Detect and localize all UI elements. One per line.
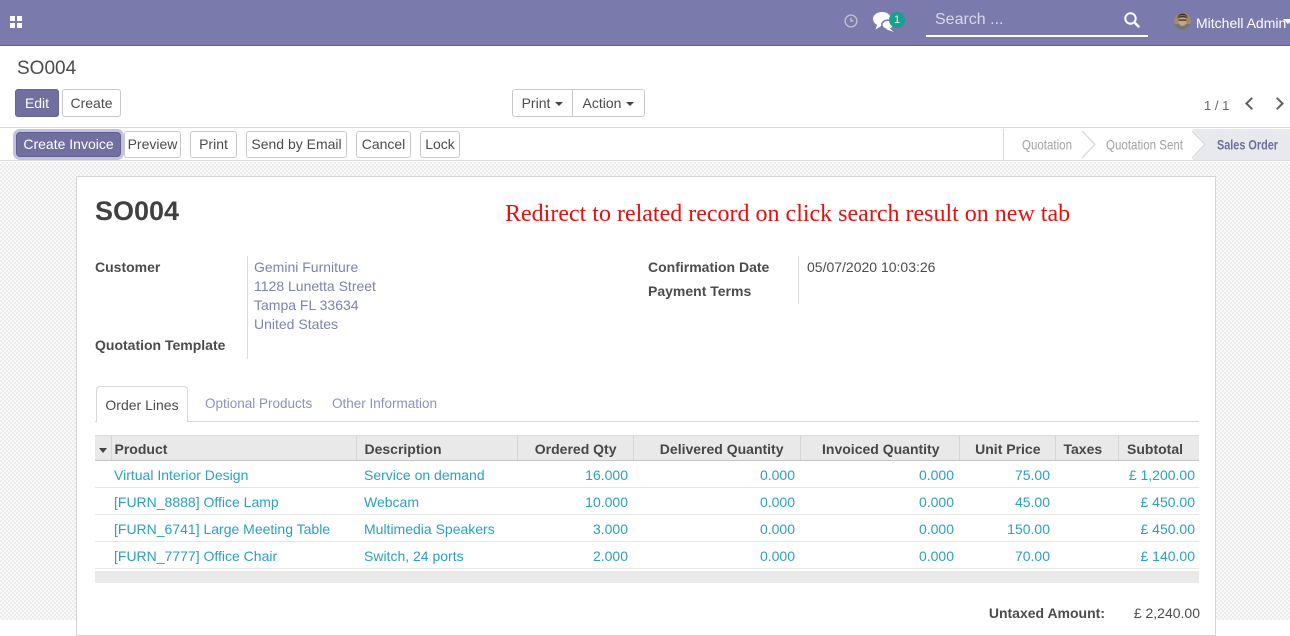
- svg-text:Quotation Sent: Quotation Sent: [1106, 137, 1183, 153]
- svg-text:Sales Order: Sales Order: [1217, 137, 1278, 153]
- svg-text:Quotation: Quotation: [1022, 137, 1072, 153]
